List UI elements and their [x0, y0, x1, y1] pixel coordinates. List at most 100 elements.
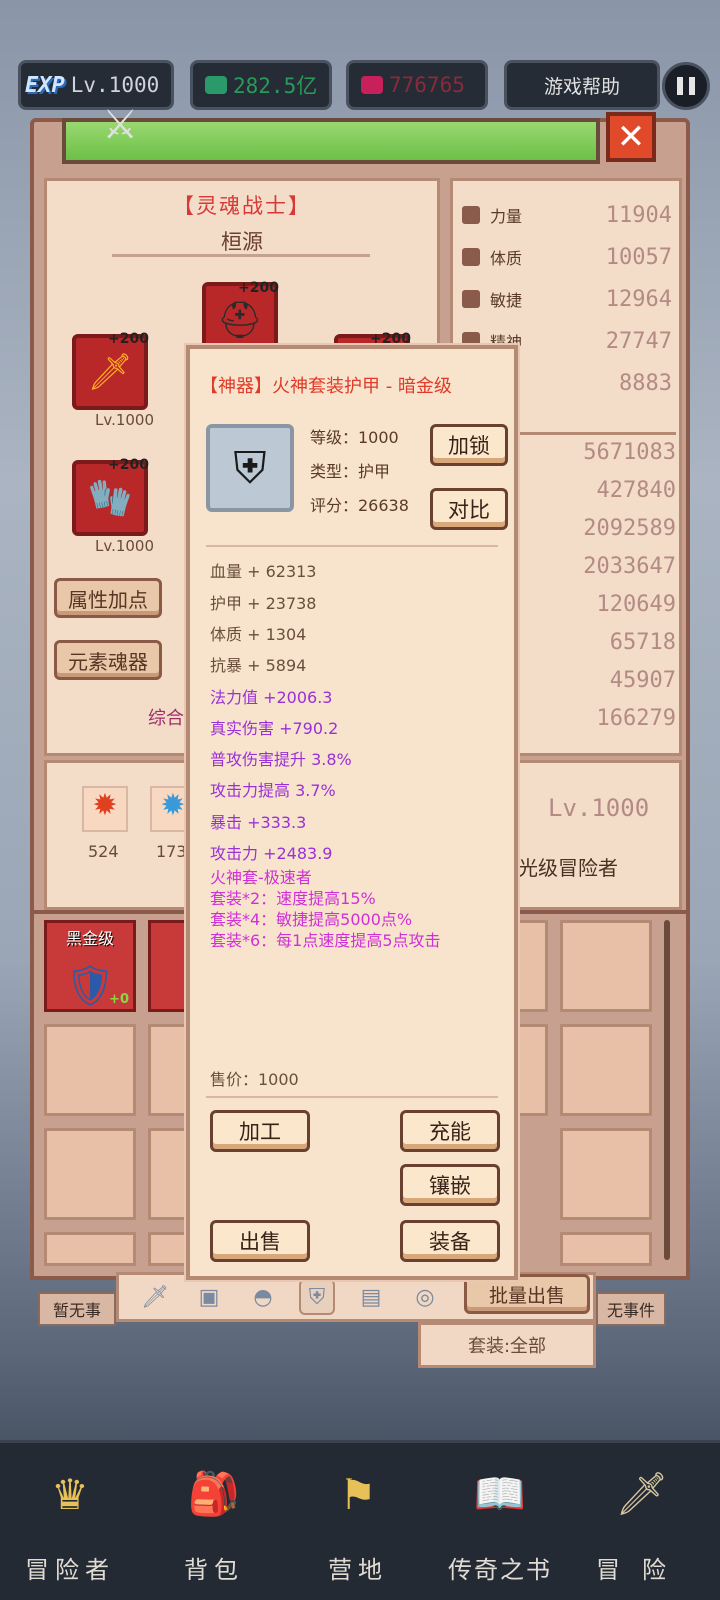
ruby-icon	[361, 76, 383, 94]
pants-icon: ▤	[360, 1284, 382, 1310]
boot-icon	[462, 290, 480, 308]
extra-attr: 法力值 +2006.3	[210, 688, 333, 707]
set-name: 火神套-极速者	[210, 868, 312, 887]
process-button[interactable]: 加工	[210, 1110, 310, 1152]
inventory-cell[interactable]	[44, 1024, 136, 1116]
tab-armor[interactable]: ▣	[191, 1279, 227, 1315]
help-button[interactable]: 游戏帮助	[504, 60, 660, 110]
set-bonus: 套装*4：敏捷提高5000点%	[210, 910, 413, 929]
pause-icon	[677, 77, 683, 95]
base-attr: 体质 + 1304	[210, 625, 307, 644]
inventory-cell[interactable]	[44, 1128, 136, 1220]
item-title: 【神器】火神套装护甲 - 暗金级	[200, 376, 452, 397]
stat-agility: 敏捷 12964	[462, 282, 672, 316]
sell-button[interactable]: 出售	[210, 1220, 310, 1262]
nav-backpack[interactable]: 🎒 背包	[144, 1448, 284, 1596]
weapon-plus: +200	[108, 331, 149, 347]
flame-sword-icon: 🗡	[87, 352, 133, 393]
water-essence-count: 173	[156, 842, 187, 861]
base-attr: 血量 + 62313	[210, 562, 317, 581]
tab-pants[interactable]: ▤	[353, 1279, 389, 1315]
base-attr: 抗暴 + 5894	[210, 656, 307, 675]
fire-essence-count: 524	[88, 842, 119, 861]
pause-button[interactable]	[662, 62, 710, 110]
inventory-cell[interactable]	[560, 1024, 652, 1116]
popup-divider	[206, 545, 498, 547]
gold-display: 282.5亿	[190, 60, 332, 110]
popup-divider	[206, 1096, 498, 1098]
dark-helmet-icon: ⛑	[217, 300, 263, 341]
extra-attr: 普攻伤害提升 3.8%	[210, 750, 352, 769]
inventory-scrollbar[interactable]	[664, 920, 670, 1260]
fire-essence-icon: ✹	[82, 786, 128, 832]
combat-value: 427840	[596, 478, 676, 503]
weapon-level: Lv.1000	[95, 411, 155, 429]
class-title: 【灵魂战士】	[173, 194, 311, 218]
combat-value: 2092589	[583, 516, 676, 541]
combat-value: 5671083	[583, 440, 676, 465]
batch-sell-button[interactable]: 批量出售	[464, 1274, 590, 1314]
inventory-cell[interactable]	[560, 920, 652, 1012]
set-bonus: 套装*6：每1点速度提高5点攻击	[210, 931, 441, 950]
extra-attr: 暴击 +333.3	[210, 813, 307, 832]
armor-icon: 🛡	[64, 963, 116, 1009]
equip-button[interactable]: 装备	[400, 1220, 500, 1262]
character-name: 桓源	[221, 230, 263, 254]
combat-value: 65718	[609, 630, 676, 655]
lock-button[interactable]: 加锁	[430, 424, 508, 466]
combat-value: 2033647	[583, 554, 676, 579]
base-attr: 护甲 + 23738	[210, 594, 317, 613]
tab-ring[interactable]: ◎	[407, 1279, 443, 1315]
suit-filter-dropdown[interactable]: 套装:全部	[418, 1322, 596, 1368]
chest-armor-icon: ⛨	[308, 1284, 326, 1310]
book-icon: 📖	[473, 1469, 527, 1518]
item-armor-icon: ⛨	[206, 424, 294, 512]
player-level: Lv.1000	[70, 73, 160, 97]
score-label: 综合	[148, 708, 184, 729]
nav-adventurer[interactable]: ♛ 冒险者	[0, 1448, 140, 1596]
extra-attr: 真实伤害 +790.2	[210, 719, 339, 738]
set-bonus: 套装*2：速度提高15%	[210, 889, 376, 908]
inlay-button[interactable]: 镶嵌	[400, 1164, 500, 1206]
crossed-swords-icon: ⚔	[102, 102, 138, 148]
nav-camp[interactable]: ⚑ 营地	[288, 1448, 428, 1596]
backpack-icon: 🎒	[187, 1469, 241, 1518]
extra-attr: 攻击力 +2483.9	[210, 844, 333, 863]
exp-tag: EXP	[25, 72, 65, 98]
tab-chest[interactable]: ⛨	[299, 1279, 335, 1315]
tab-helmet[interactable]: ◓	[245, 1279, 281, 1315]
jade-icon	[205, 76, 227, 94]
inventory-cell[interactable]	[44, 1232, 136, 1266]
gloves-level: Lv.1000	[95, 537, 155, 555]
item-level: 等级：1000	[310, 428, 399, 447]
item-type: 类型：护甲	[310, 462, 391, 481]
divider	[112, 254, 370, 257]
item-score: 评分：26638	[310, 496, 409, 515]
inventory-cell[interactable]	[560, 1128, 652, 1220]
helmet-icon: ◓	[253, 1284, 273, 1310]
gold-amount: 282.5亿	[233, 74, 318, 98]
inventory-item[interactable]: 黑金级 🛡 +0	[44, 920, 136, 1012]
add-points-button[interactable]: 属性加点	[54, 578, 162, 618]
extra-attr: 攻击力提高 3.7%	[210, 781, 336, 800]
shield-icon: ▣	[198, 1284, 220, 1310]
heart-icon	[462, 248, 480, 266]
event-tag-right: 无事件	[596, 1292, 666, 1326]
camp-banner-icon: ⚑	[339, 1469, 377, 1519]
tab-weapon[interactable]: 🗡	[137, 1279, 173, 1315]
compare-button[interactable]: 对比	[430, 488, 508, 530]
nav-legend-book[interactable]: 📖 传奇之书	[430, 1448, 570, 1596]
dark-gloves-icon: 🧤	[87, 478, 133, 519]
event-tag-left: 暂无事	[38, 1292, 116, 1326]
element-soul-button[interactable]: 元素魂器	[54, 640, 162, 680]
strength-icon	[462, 206, 480, 224]
stat-strength: 力量 11904	[462, 198, 672, 232]
helmet-plus: +200	[238, 280, 279, 296]
inventory-cell[interactable]	[560, 1232, 652, 1266]
sword-icon: 🗡	[141, 1284, 169, 1310]
nav-adventure[interactable]: 🗡 冒险	[572, 1448, 712, 1596]
ring-icon: ◎	[415, 1284, 435, 1310]
charge-button[interactable]: 充能	[400, 1110, 500, 1152]
adventurer-level: Lv.1000	[548, 794, 650, 822]
close-button[interactable]: ✕	[606, 112, 656, 162]
